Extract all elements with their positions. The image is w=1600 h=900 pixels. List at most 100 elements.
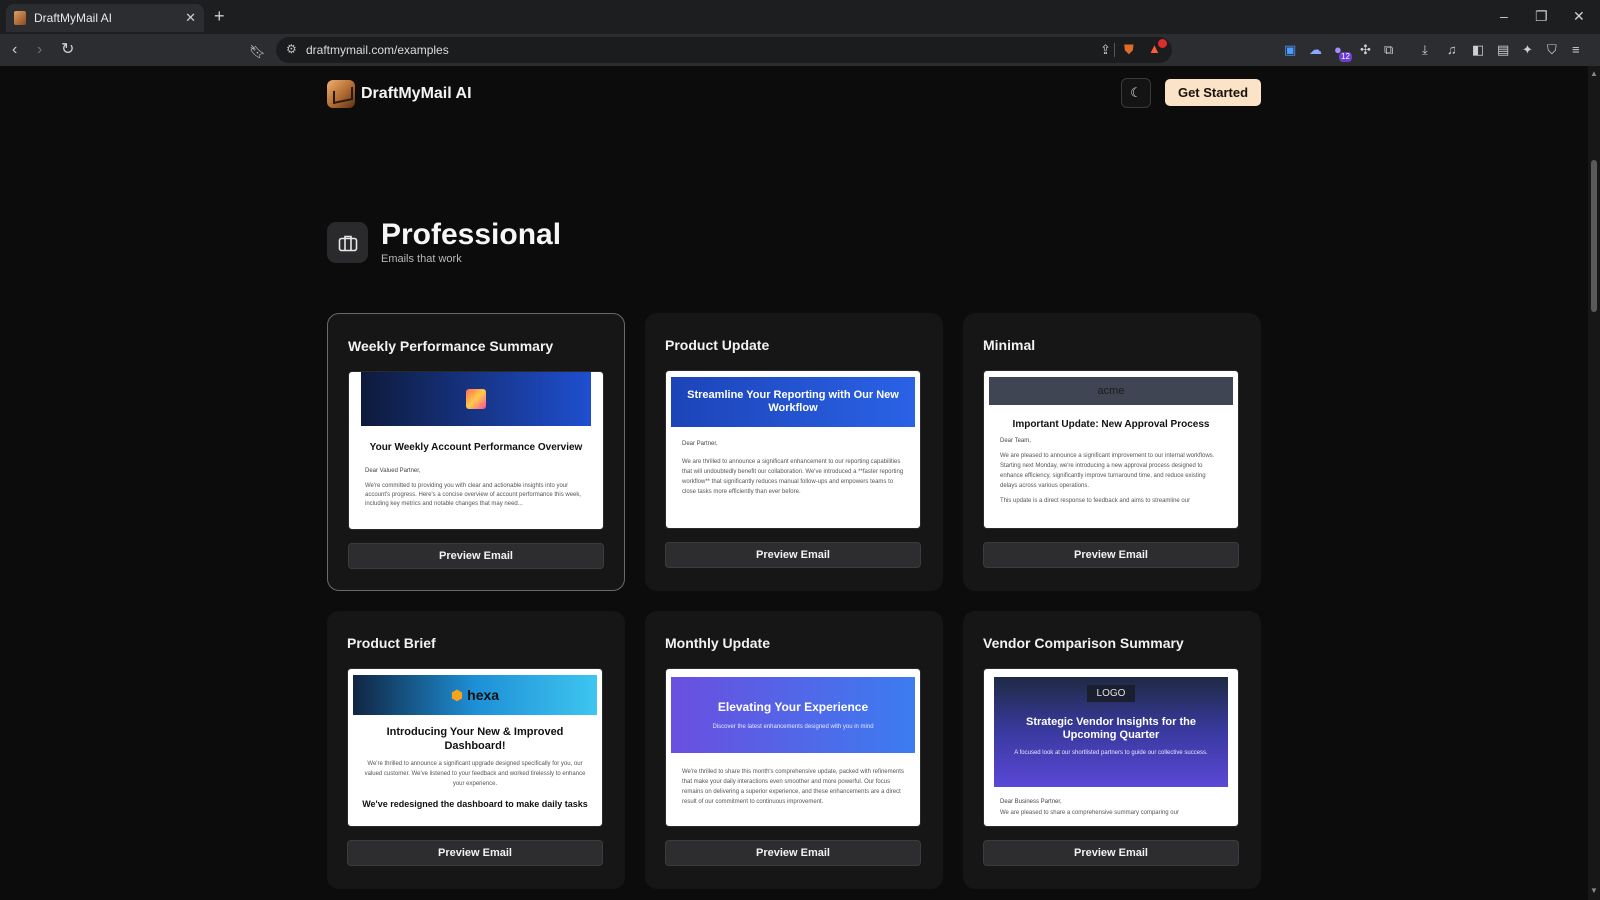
email-thumbnail[interactable]: LOGO Strategic Vendor Insights for the U… bbox=[983, 668, 1239, 827]
email-logo-placeholder: LOGO bbox=[1086, 685, 1136, 702]
close-tab-icon[interactable]: ✕ bbox=[185, 10, 196, 26]
forward-icon[interactable]: › bbox=[37, 40, 42, 60]
brand-logo-icon bbox=[327, 80, 355, 108]
email-heading: Important Update: New Approval Process bbox=[1012, 419, 1210, 430]
hexa-logo-icon: ⬢ bbox=[450, 686, 464, 703]
email-banner: LOGO Strategic Vendor Insights for the U… bbox=[994, 677, 1228, 787]
card-title: Product Brief bbox=[347, 635, 436, 651]
brand[interactable]: DraftMyMail AI bbox=[327, 80, 472, 108]
email-banner: ⬢ hexa bbox=[353, 675, 597, 715]
email-greeting: Dear Business Partner, bbox=[1000, 799, 1062, 805]
section-title: Professional bbox=[381, 218, 562, 251]
template-card[interactable]: Monthly Update Elevating Your Experience… bbox=[645, 611, 943, 889]
scrollbar-thumb[interactable] bbox=[1591, 160, 1597, 312]
email-banner bbox=[361, 372, 591, 426]
download-icon[interactable]: ⤓ bbox=[1422, 42, 1428, 58]
card-title: Vendor Comparison Summary bbox=[983, 635, 1184, 651]
email-body: We are pleased to announce a significant… bbox=[1000, 453, 1215, 489]
preview-email-button[interactable]: Preview Email bbox=[347, 840, 603, 866]
extension-badge: 12 bbox=[1339, 52, 1352, 62]
email-heading: Introducing Your New & Improved Dashboar… bbox=[386, 726, 564, 752]
email-body: We are thrilled to announce a significan… bbox=[682, 459, 904, 495]
extension-cloud-icon[interactable]: ☁ bbox=[1309, 42, 1322, 58]
extensions-icon[interactable]: ✣ bbox=[1360, 42, 1371, 58]
template-card[interactable]: Weekly Performance Summary Your Weekly A… bbox=[327, 313, 625, 591]
minimize-button[interactable]: – bbox=[1500, 7, 1508, 25]
preview-email-button[interactable]: Preview Email bbox=[665, 542, 921, 568]
wallet-icon[interactable]: ▤ bbox=[1497, 42, 1509, 58]
email-subheading: We've redesigned the dashboard to make d… bbox=[362, 799, 588, 809]
email-thumbnail[interactable]: Streamline Your Reporting with Our New W… bbox=[665, 370, 921, 529]
email-greeting: Dear Valued Partner, bbox=[365, 468, 421, 474]
back-icon[interactable]: ‹ bbox=[12, 40, 17, 60]
sidepanel-icon[interactable]: ▣ bbox=[1284, 42, 1296, 58]
browser-toolbar: ‹ › ↻ 🔖︎ ⚙ draftmymail.com/examples ⇪ ⛊ … bbox=[0, 34, 1600, 66]
scroll-down-icon[interactable]: ▼ bbox=[1590, 886, 1598, 895]
rewards-badge bbox=[1158, 39, 1167, 48]
email-body: We are pleased to share a comprehensive … bbox=[1000, 810, 1179, 816]
preview-email-button[interactable]: Preview Email bbox=[348, 543, 604, 569]
email-body: We're committed to providing you with cl… bbox=[365, 483, 582, 507]
email-thumbnail[interactable]: acme Important Update: New Approval Proc… bbox=[983, 370, 1239, 529]
url-text[interactable]: draftmymail.com/examples bbox=[306, 43, 449, 57]
close-window-button[interactable]: ✕ bbox=[1573, 7, 1585, 25]
brave-shield-icon[interactable]: ⛊ bbox=[1124, 42, 1134, 58]
email-body: We're thrilled to share this month's com… bbox=[682, 769, 904, 805]
email-greeting: Dear Partner, bbox=[682, 441, 718, 447]
preview-email-button[interactable]: Preview Email bbox=[983, 840, 1239, 866]
email-greeting: Dear Team, bbox=[1000, 438, 1031, 444]
vpn-icon[interactable]: ⛉ bbox=[1547, 42, 1557, 58]
template-card[interactable]: Minimal acme Important Update: New Appro… bbox=[963, 313, 1261, 591]
email-thumbnail[interactable]: Elevating Your Experience Discover the l… bbox=[665, 668, 921, 827]
briefcase-icon bbox=[327, 222, 368, 263]
template-card[interactable]: Product Update Streamline Your Reporting… bbox=[645, 313, 943, 591]
email-banner: Elevating Your Experience Discover the l… bbox=[671, 677, 915, 753]
template-card[interactable]: Vendor Comparison Summary LOGO Strategic… bbox=[963, 611, 1261, 889]
preview-email-button[interactable]: Preview Email bbox=[983, 542, 1239, 568]
screenshot-icon[interactable]: ⧉ bbox=[1384, 42, 1393, 58]
tab-title: DraftMyMail AI bbox=[34, 11, 113, 25]
bookmark-icon[interactable]: 🔖︎ bbox=[249, 42, 266, 62]
divider bbox=[1114, 43, 1115, 57]
address-bar[interactable]: ⚙ draftmymail.com/examples ⇪ ⛊ ▲ bbox=[276, 37, 1172, 63]
reload-icon[interactable]: ↻ bbox=[61, 40, 74, 60]
email-tagline: Discover the latest enhancements designe… bbox=[712, 724, 874, 730]
email-thumbnail[interactable]: Your Weekly Account Performance Overview… bbox=[348, 371, 604, 530]
new-tab-button[interactable]: + bbox=[214, 6, 225, 26]
email-logo-icon bbox=[466, 389, 486, 409]
sidebar-icon[interactable]: ◧ bbox=[1472, 42, 1484, 58]
get-started-button[interactable]: Get Started bbox=[1165, 79, 1261, 106]
moon-icon: ☾ bbox=[1130, 85, 1142, 100]
site-favicon-icon bbox=[14, 11, 26, 25]
email-tagline: A focused look at our shortlisted partne… bbox=[1014, 750, 1208, 756]
email-heading: Your Weekly Account Performance Overview bbox=[369, 442, 583, 453]
site-settings-icon[interactable]: ⚙ bbox=[286, 42, 297, 56]
email-banner: Streamline Your Reporting with Our New W… bbox=[671, 377, 915, 427]
leo-ai-icon[interactable]: ✦ bbox=[1522, 42, 1533, 58]
email-thumbnail[interactable]: ⬢ hexa Introducing Your New & Improved D… bbox=[347, 668, 603, 827]
email-heading: Strategic Vendor Insights for the Upcomi… bbox=[1026, 716, 1196, 741]
hexa-logo: hexa bbox=[467, 687, 500, 703]
card-title: Product Update bbox=[665, 337, 770, 353]
menu-icon[interactable]: ≡ bbox=[1572, 42, 1580, 58]
template-card[interactable]: Product Brief ⬢ hexa Introducing Your Ne… bbox=[327, 611, 625, 889]
restore-button[interactable]: ❐ bbox=[1535, 7, 1548, 25]
acme-logo: acme bbox=[1097, 385, 1125, 397]
media-icon[interactable]: ♫ bbox=[1447, 42, 1457, 58]
preview-email-button[interactable]: Preview Email bbox=[665, 840, 921, 866]
browser-tab[interactable]: DraftMyMail AI ✕ bbox=[6, 4, 204, 32]
tab-strip: DraftMyMail AI ✕ + – ❐ ✕ bbox=[0, 0, 1600, 34]
share-icon[interactable]: ⇪ bbox=[1100, 42, 1111, 58]
card-title: Weekly Performance Summary bbox=[348, 338, 554, 354]
card-title: Monthly Update bbox=[665, 635, 770, 651]
card-title: Minimal bbox=[983, 337, 1036, 353]
scroll-up-icon[interactable]: ▲ bbox=[1590, 69, 1598, 78]
email-body-more: This update is a direct response to feed… bbox=[1000, 498, 1191, 504]
theme-toggle-button[interactable]: ☾ bbox=[1121, 78, 1151, 108]
email-body: We're thrilled to announce a significant… bbox=[364, 761, 586, 787]
section-subtitle: Emails that work bbox=[381, 253, 462, 265]
page-content: DraftMyMail AI ☾ Get Started Professiona… bbox=[0, 66, 1588, 900]
brand-name: DraftMyMail AI bbox=[361, 85, 472, 102]
email-heading: Elevating Your Experience bbox=[717, 700, 869, 714]
email-banner: acme bbox=[989, 377, 1233, 405]
